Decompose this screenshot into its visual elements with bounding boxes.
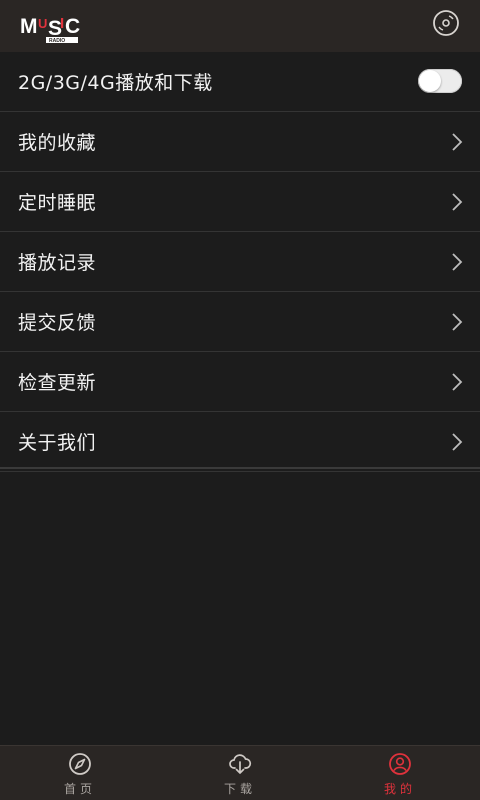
settings-item-label: 提交反馈 (18, 312, 97, 334)
compass-icon (69, 753, 91, 775)
network-playback-row: 2G/3G/4G播放和下载 (0, 52, 480, 112)
tab-download[interactable]: 下载 (160, 746, 320, 800)
toggle-knob (419, 70, 441, 92)
top-bar: M U S I C RADIO (0, 0, 480, 52)
tab-label: 我的 (383, 782, 416, 796)
settings-item-label: 检查更新 (18, 372, 97, 394)
chevron-right-icon (452, 133, 463, 151)
settings-list: 2G/3G/4G播放和下载 我的收藏 定时睡眠 播放记录 提交反馈 检查更新 关… (0, 52, 480, 472)
chevron-right-icon (452, 193, 463, 211)
chevron-right-icon (452, 433, 463, 451)
settings-item-label: 我的收藏 (18, 132, 97, 154)
cloud-download-icon (229, 754, 252, 774)
music-radio-logo: M U S I C RADIO (20, 15, 80, 44)
list-divider (0, 467, 480, 469)
settings-item-check-update[interactable]: 检查更新 (0, 352, 480, 412)
svg-text:U: U (38, 16, 47, 31)
tab-label: 首页 (63, 782, 96, 796)
svg-text:M: M (20, 15, 38, 38)
chevron-right-icon (452, 373, 463, 391)
tab-label: 下载 (223, 782, 256, 796)
settings-item-label: 播放记录 (18, 252, 97, 274)
network-playback-label: 2G/3G/4G播放和下载 (18, 72, 213, 94)
svg-text:C: C (65, 15, 80, 38)
svg-text:I: I (60, 15, 64, 32)
chevron-right-icon (452, 313, 463, 331)
settings-item-history[interactable]: 播放记录 (0, 232, 480, 292)
settings-item-feedback[interactable]: 提交反馈 (0, 292, 480, 352)
bottom-tab-bar: 首页 下载 我的 (0, 745, 480, 800)
settings-item-label: 关于我们 (18, 432, 97, 454)
settings-item-sleep-timer[interactable]: 定时睡眠 (0, 172, 480, 232)
settings-item-label: 定时睡眠 (18, 192, 97, 214)
settings-item-favorites[interactable]: 我的收藏 (0, 112, 480, 172)
disc-icon[interactable] (432, 9, 460, 37)
tab-home[interactable]: 首页 (0, 746, 160, 800)
chevron-right-icon (452, 253, 463, 271)
tab-mine[interactable]: 我的 (320, 746, 480, 800)
user-icon (389, 753, 411, 775)
settings-item-about[interactable]: 关于我们 (0, 412, 480, 472)
network-playback-toggle[interactable] (418, 69, 462, 93)
svg-text:RADIO: RADIO (49, 38, 65, 44)
